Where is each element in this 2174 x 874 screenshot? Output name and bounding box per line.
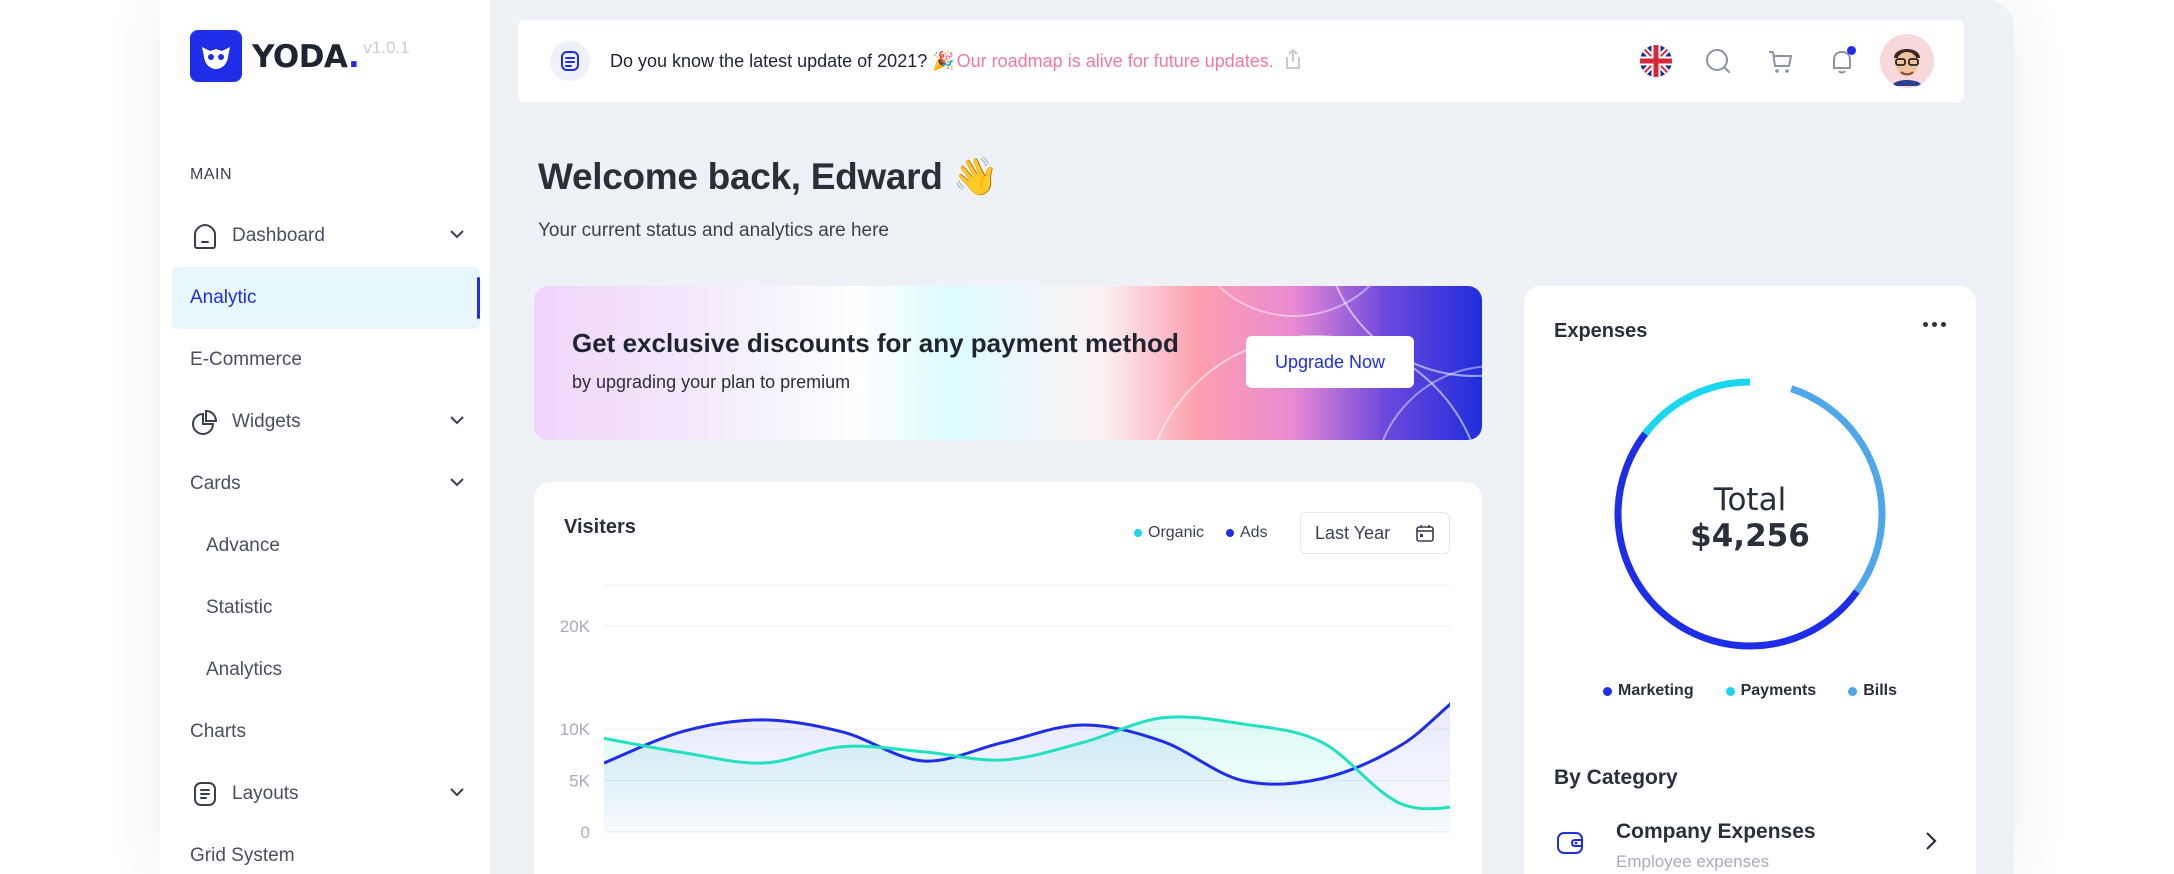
chevron-down-icon	[448, 783, 466, 807]
upgrade-now-button[interactable]: Upgrade Now	[1246, 336, 1414, 388]
y-tick-label: 5K	[569, 772, 590, 791]
sidebar-item-layouts[interactable]: Layouts	[172, 763, 480, 825]
news-icon	[550, 41, 590, 81]
sidebar-item-label: E-Commerce	[190, 349, 302, 370]
sidebar-item-label: Analytics	[206, 659, 283, 680]
uk-flag-icon[interactable]	[1638, 43, 1674, 79]
sidebar-item-analytic[interactable]: Analytic	[172, 267, 480, 329]
news-text: Do you know the latest update of 2021? 🎉	[610, 50, 955, 71]
y-tick-label: 0	[581, 823, 590, 842]
app-frame: YODA. v1.0.1 MAIN Dashboard Analytic E-C…	[160, 0, 2014, 874]
visitors-chart: 0 5K 10K 20K	[560, 584, 1450, 842]
share-icon[interactable]	[1280, 46, 1306, 77]
cart-icon[interactable]	[1762, 43, 1798, 79]
sidebar-item-analytics[interactable]: Analytics	[172, 639, 480, 701]
expenses-card: Expenses Total $4,256 Marketing Payments…	[1524, 286, 1976, 874]
promo-title: Get exclusive discounts for any payment …	[572, 328, 1179, 358]
legend-item-marketing: Marketing	[1603, 682, 1694, 700]
promo-subtitle: by upgrading your plan to premium	[572, 372, 851, 392]
sidebar-section-title: MAIN	[190, 166, 232, 183]
sidebar-item-label: Analytic	[190, 287, 257, 308]
sidebar-item-cards[interactable]: Cards	[172, 453, 480, 515]
sidebar-item-label: Widgets	[232, 411, 301, 432]
notification-dot	[1847, 46, 1856, 55]
chevron-down-icon	[448, 411, 466, 435]
donut-total-value: $4,256	[1690, 518, 1810, 554]
y-tick-label: 20K	[560, 617, 591, 636]
visitors-card: Visiters Organic Ads Last Year 0 5K 10K 20K	[534, 482, 1482, 874]
sidebar-item-widgets[interactable]: Widgets	[172, 391, 480, 453]
sidebar-item-grid-system[interactable]: Grid System	[172, 825, 480, 874]
sidebar-item-statistic[interactable]: Statistic	[172, 577, 480, 639]
roadmap-link[interactable]: Our roadmap is alive for future updates.	[957, 51, 1274, 72]
logo[interactable]: YODA. v1.0.1	[190, 30, 410, 82]
sidebar-item-label: Charts	[190, 721, 246, 742]
y-tick-label: 10K	[560, 720, 591, 739]
promo-banner: Get exclusive discounts for any payment …	[534, 286, 1482, 440]
category-title: Company Expenses	[1616, 820, 1816, 843]
app-version: v1.0.1	[363, 38, 410, 57]
chevron-down-icon	[448, 225, 466, 249]
sidebar-item-e-commerce[interactable]: E-Commerce	[172, 329, 480, 391]
category-row[interactable]: Company Expenses Employee expenses	[1554, 816, 1946, 874]
chevron-right-icon	[1920, 830, 1942, 857]
legend-item-bills: Bills	[1848, 682, 1897, 700]
search-icon[interactable]	[1700, 43, 1736, 79]
sidebar-item-label: Statistic	[206, 597, 273, 618]
expenses-legend: Marketing Payments Bills	[1524, 682, 1976, 700]
page-subtitle: Your current status and analytics are he…	[538, 220, 889, 241]
sidebar-item-label: Dashboard	[232, 225, 325, 246]
sidebar-item-label: Grid System	[190, 845, 295, 866]
app-name: YODA.	[252, 39, 360, 75]
layout-icon	[190, 779, 220, 809]
pie-chart-icon	[190, 407, 220, 437]
legend-item-payments: Payments	[1725, 682, 1816, 700]
top-icons	[1612, 34, 1934, 88]
sidebar-item-label: Advance	[206, 535, 280, 556]
owl-logo-icon	[190, 30, 242, 82]
sidebar-item-label: Cards	[190, 473, 241, 494]
donut-total-label: Total	[1713, 482, 1787, 518]
sidebar-nav: Dashboard Analytic E-Commerce Widgets Ca…	[172, 205, 480, 874]
sidebar-item-dashboard[interactable]: Dashboard	[172, 205, 480, 267]
sidebar-item-charts[interactable]: Charts	[172, 701, 480, 763]
sidebar-item-advance[interactable]: Advance	[172, 515, 480, 577]
home-icon	[190, 221, 220, 251]
chevron-down-icon	[448, 473, 466, 497]
category-subtitle: Employee expenses	[1616, 852, 1770, 871]
sidebar: YODA. v1.0.1 MAIN Dashboard Analytic E-C…	[160, 0, 490, 874]
expenses-donut-chart	[1614, 378, 1886, 650]
by-category-title: By Category	[1554, 766, 1678, 789]
bell-icon[interactable]	[1824, 43, 1860, 79]
wallet-icon	[1554, 826, 1586, 858]
top-bar: Do you know the latest update of 2021? 🎉…	[518, 20, 1964, 102]
avatar[interactable]	[1880, 34, 1934, 88]
page-title: Welcome back, Edward 👋	[538, 156, 999, 197]
sidebar-item-label: Layouts	[232, 783, 299, 804]
